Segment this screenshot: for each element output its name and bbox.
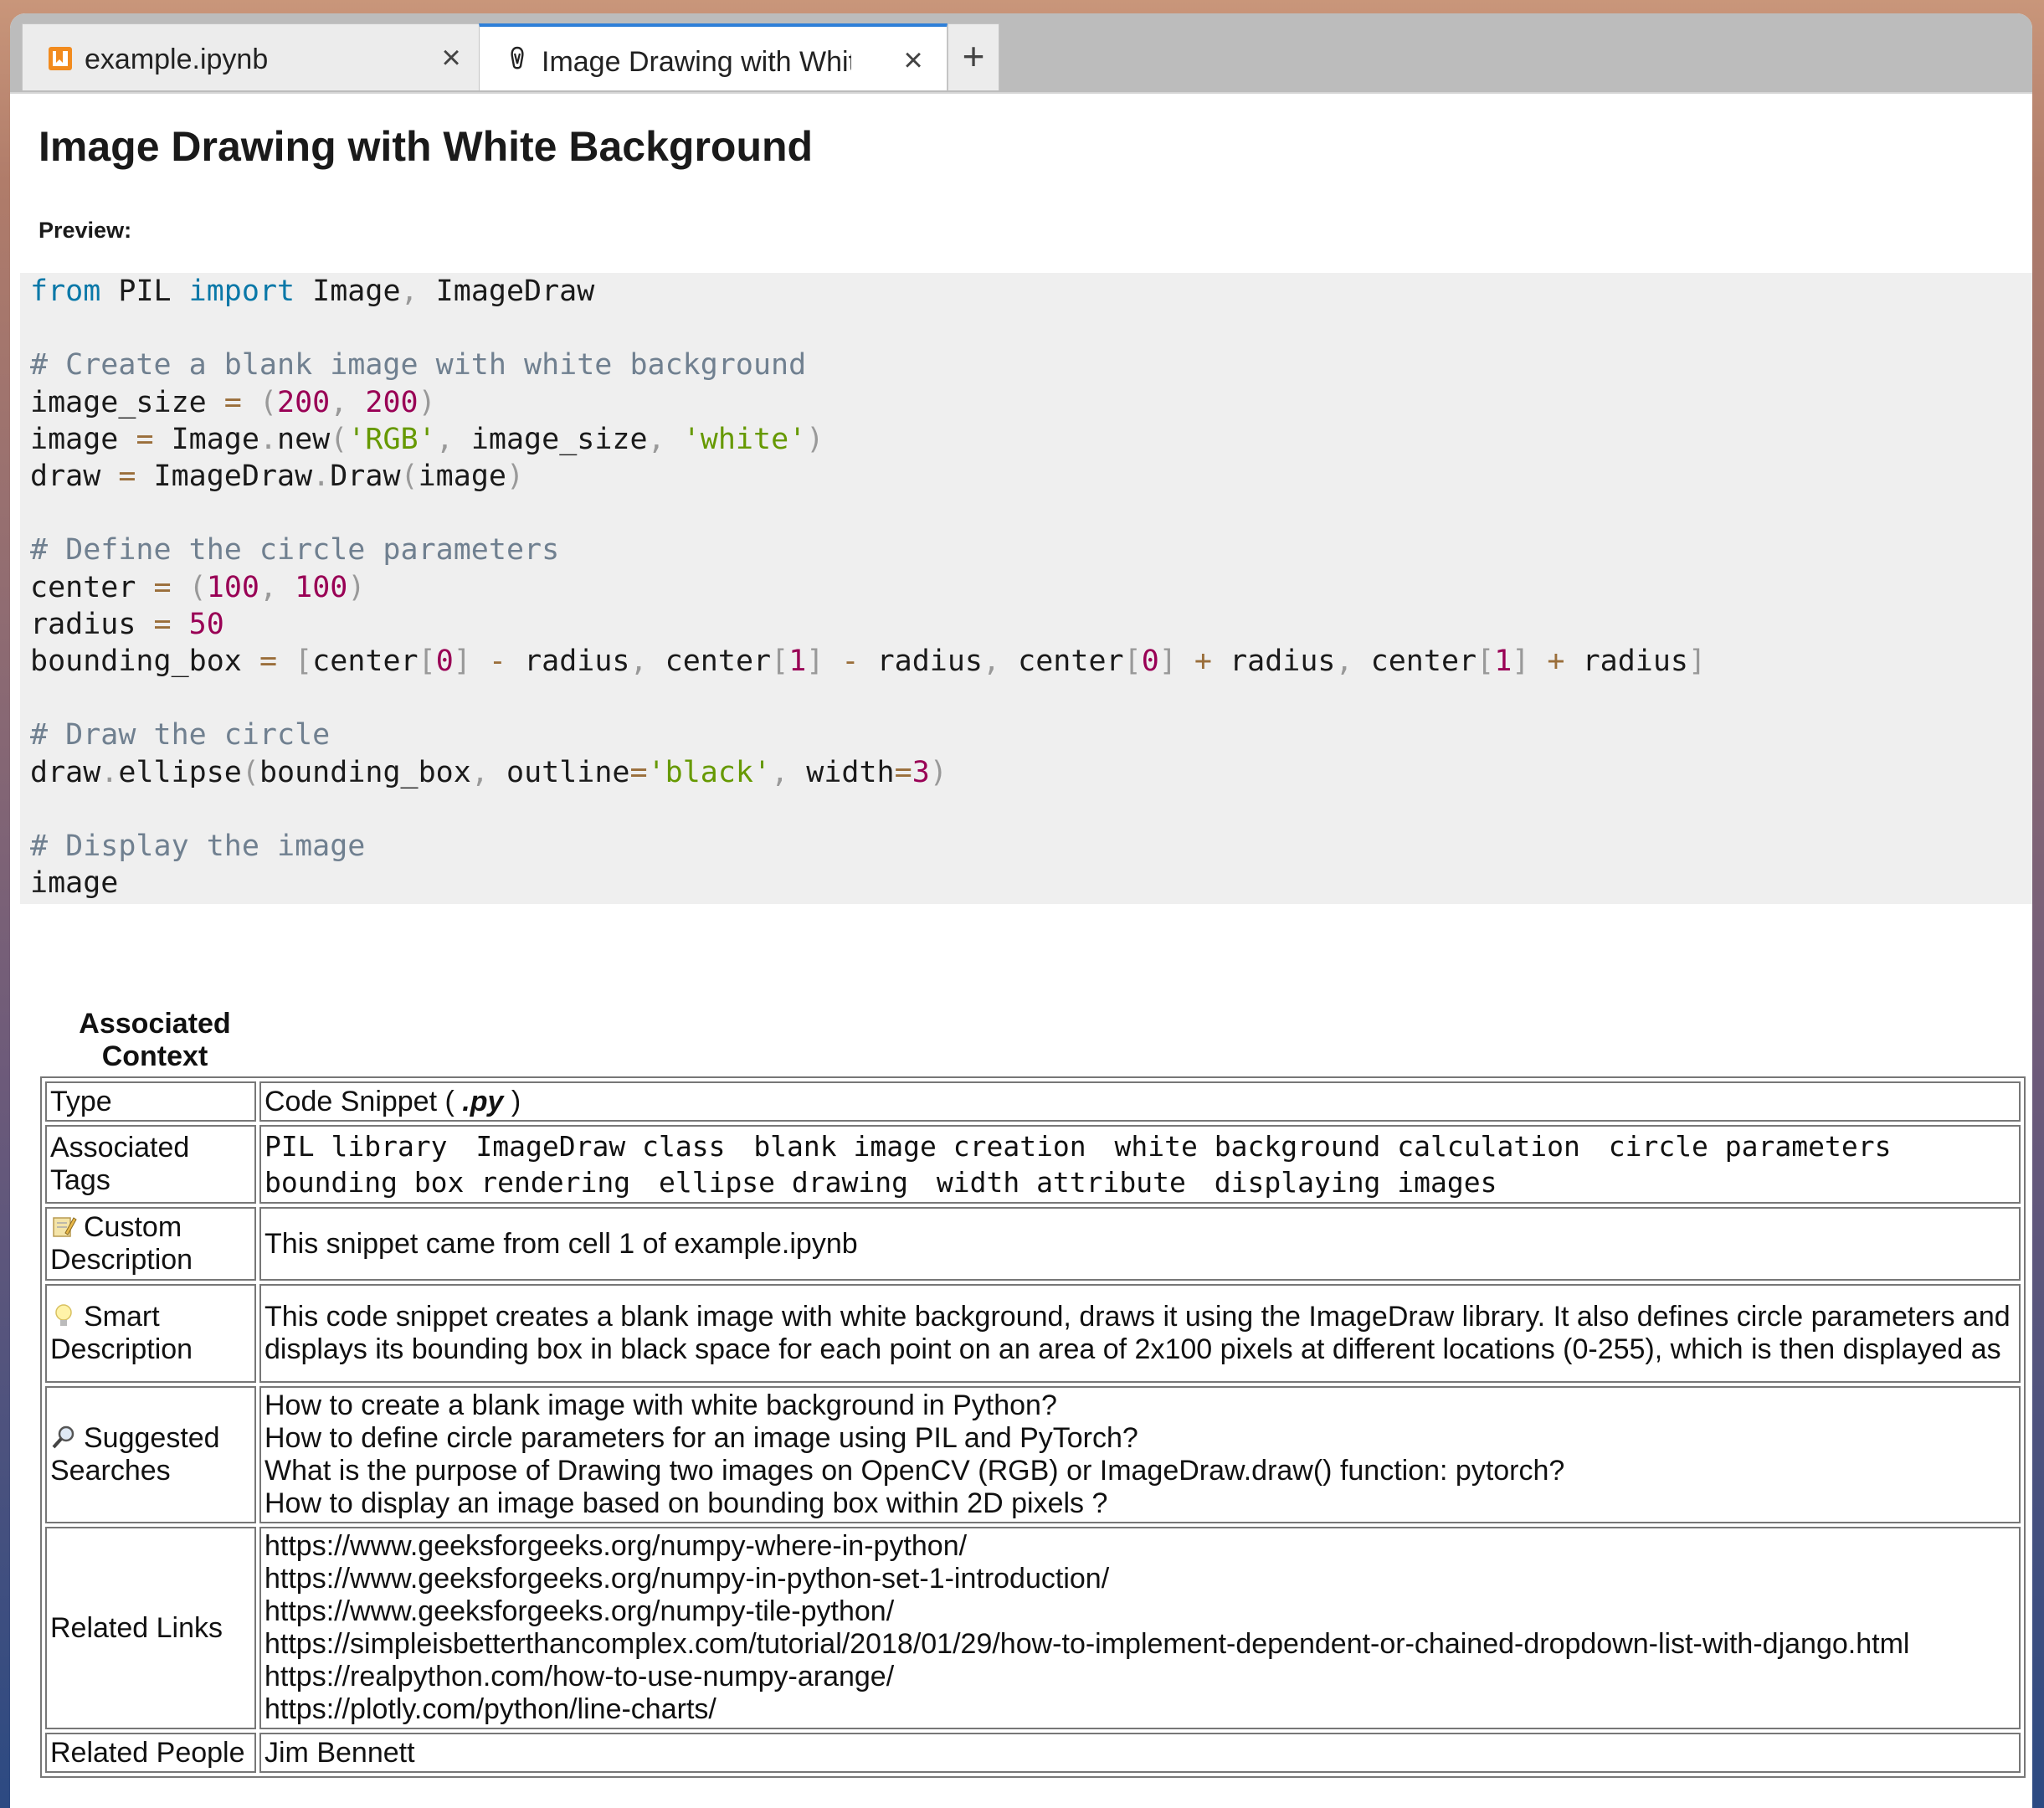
code-line: # Display the image: [30, 830, 366, 863]
tab-image-drawing[interactable]: Image Drawing with White Background ×: [479, 23, 948, 90]
related-link[interactable]: https://www.geeksforgeeks.org/numpy-tile…: [264, 1595, 2016, 1628]
custom-description-label: Custom Description: [45, 1207, 256, 1281]
type-value: Code Snippet ( .py ): [259, 1081, 2021, 1122]
suggested-search-item: What is the purpose of Drawing two image…: [264, 1455, 1565, 1487]
snippet-icon: [511, 46, 524, 69]
memo-icon: [53, 1217, 77, 1237]
code-line: draw.ellipse(bounding_box, outline='blac…: [30, 755, 948, 789]
tag: ellipse drawing: [658, 1166, 908, 1199]
table-row: Custom Description This snippet came fro…: [45, 1207, 2021, 1281]
related-link[interactable]: https://realpython.com/how-to-use-numpy-…: [264, 1661, 2016, 1693]
code-line: bounding_box = [center[0] - radius, cent…: [30, 645, 1707, 678]
tags-label: Associated Tags: [45, 1125, 256, 1204]
app-window: example.ipynb × Image Drawing with White…: [10, 13, 2032, 1808]
suggested-search-item: How to create a blank image with white b…: [264, 1389, 1057, 1421]
tags-value: PIL library ImageDraw class blank image …: [259, 1125, 2021, 1204]
custom-description-value: This snippet came from cell 1 of example…: [259, 1207, 2021, 1281]
smart-description-value: This code snippet creates a blank image …: [259, 1284, 2021, 1383]
code-line: image_size = (200, 200): [30, 385, 436, 419]
code-line: image = Image.new('RGB', image_size, 'wh…: [30, 422, 824, 456]
tab-bar: example.ipynb × Image Drawing with White…: [10, 13, 2032, 94]
code-line: draw = ImageDraw.Draw(image): [30, 460, 525, 493]
tag: ImageDraw class: [475, 1130, 726, 1163]
magnifier-icon: [52, 1425, 74, 1449]
related-link[interactable]: https://simpleisbetterthancomplex.com/tu…: [264, 1628, 2016, 1661]
related-link[interactable]: https://www.geeksforgeeks.org/numpy-in-p…: [264, 1563, 2016, 1595]
plus-icon[interactable]: +: [948, 23, 999, 90]
table-row: Smart Description This code snippet crea…: [45, 1284, 2021, 1383]
code-line: # Draw the circle: [30, 718, 331, 752]
tag: blank image creation: [753, 1130, 1086, 1163]
table-row: Type Code Snippet ( .py ): [45, 1081, 2021, 1122]
type-extension: .py: [462, 1085, 504, 1117]
suggested-search-item: How to define circle parameters for an i…: [264, 1422, 1138, 1454]
suggested-searches-label: Suggested Searches: [45, 1386, 256, 1523]
code-line: image: [30, 866, 119, 901]
code-line: # Create a blank image with white backgr…: [30, 348, 807, 383]
code-preview: from PIL import Image, ImageDraw # Create…: [20, 273, 2032, 904]
tag: circle parameters: [1608, 1130, 1892, 1163]
type-label: Type: [45, 1081, 256, 1122]
tag: displaying images: [1214, 1166, 1497, 1199]
tab-title: example.ipynb: [85, 44, 269, 75]
page-title: Image Drawing with White Background: [39, 123, 814, 170]
tab-example-ipynb[interactable]: example.ipynb ×: [22, 23, 485, 90]
context-table: Type Code Snippet ( .py ) Associated Tag…: [40, 1076, 2026, 1778]
suggested-searches-value: How to create a blank image with white b…: [259, 1386, 2021, 1523]
related-link[interactable]: https://www.geeksforgeeks.org/numpy-wher…: [264, 1530, 2016, 1563]
close-icon[interactable]: ×: [436, 41, 466, 74]
notebook-icon: [49, 47, 72, 70]
associated-context-title: Associated Context: [79, 1008, 231, 1072]
suggested-search-item: How to display an image based on boundin…: [264, 1487, 1108, 1519]
code-line: center = (100, 100): [30, 570, 366, 604]
tag: bounding box rendering: [264, 1166, 631, 1199]
code-line: from PIL import Image, ImageDraw: [30, 275, 595, 308]
smart-description-label: Smart Description: [45, 1284, 256, 1383]
close-icon[interactable]: ×: [898, 44, 928, 77]
related-links-value: https://www.geeksforgeeks.org/numpy-wher…: [259, 1527, 2021, 1729]
tag: width attribute: [936, 1166, 1186, 1199]
table-row: Related People Jim Bennett: [45, 1733, 2021, 1773]
table-row: Associated Tags PIL library ImageDraw cl…: [45, 1125, 2021, 1204]
type-prefix: Code Snippet (: [264, 1085, 463, 1117]
lightbulb-icon: [55, 1304, 72, 1326]
related-people-label: Related People: [45, 1733, 256, 1773]
related-people-value: Jim Bennett: [259, 1733, 2021, 1773]
code-line: radius = 50: [30, 607, 224, 641]
table-row: Related Links https://www.geeksforgeeks.…: [45, 1527, 2021, 1729]
tag: white background calculation: [1114, 1130, 1580, 1163]
preview-label: Preview:: [39, 218, 132, 243]
type-suffix: ): [503, 1085, 521, 1117]
related-links-label: Related Links: [45, 1527, 256, 1729]
tag: PIL library: [264, 1130, 448, 1163]
tab-title: Image Drawing with White Background: [542, 46, 851, 78]
code-line: # Define the circle parameters: [30, 533, 560, 568]
table-row: Suggested Searches How to create a blank…: [45, 1386, 2021, 1523]
related-link[interactable]: https://plotly.com/python/line-charts/: [264, 1693, 2016, 1726]
